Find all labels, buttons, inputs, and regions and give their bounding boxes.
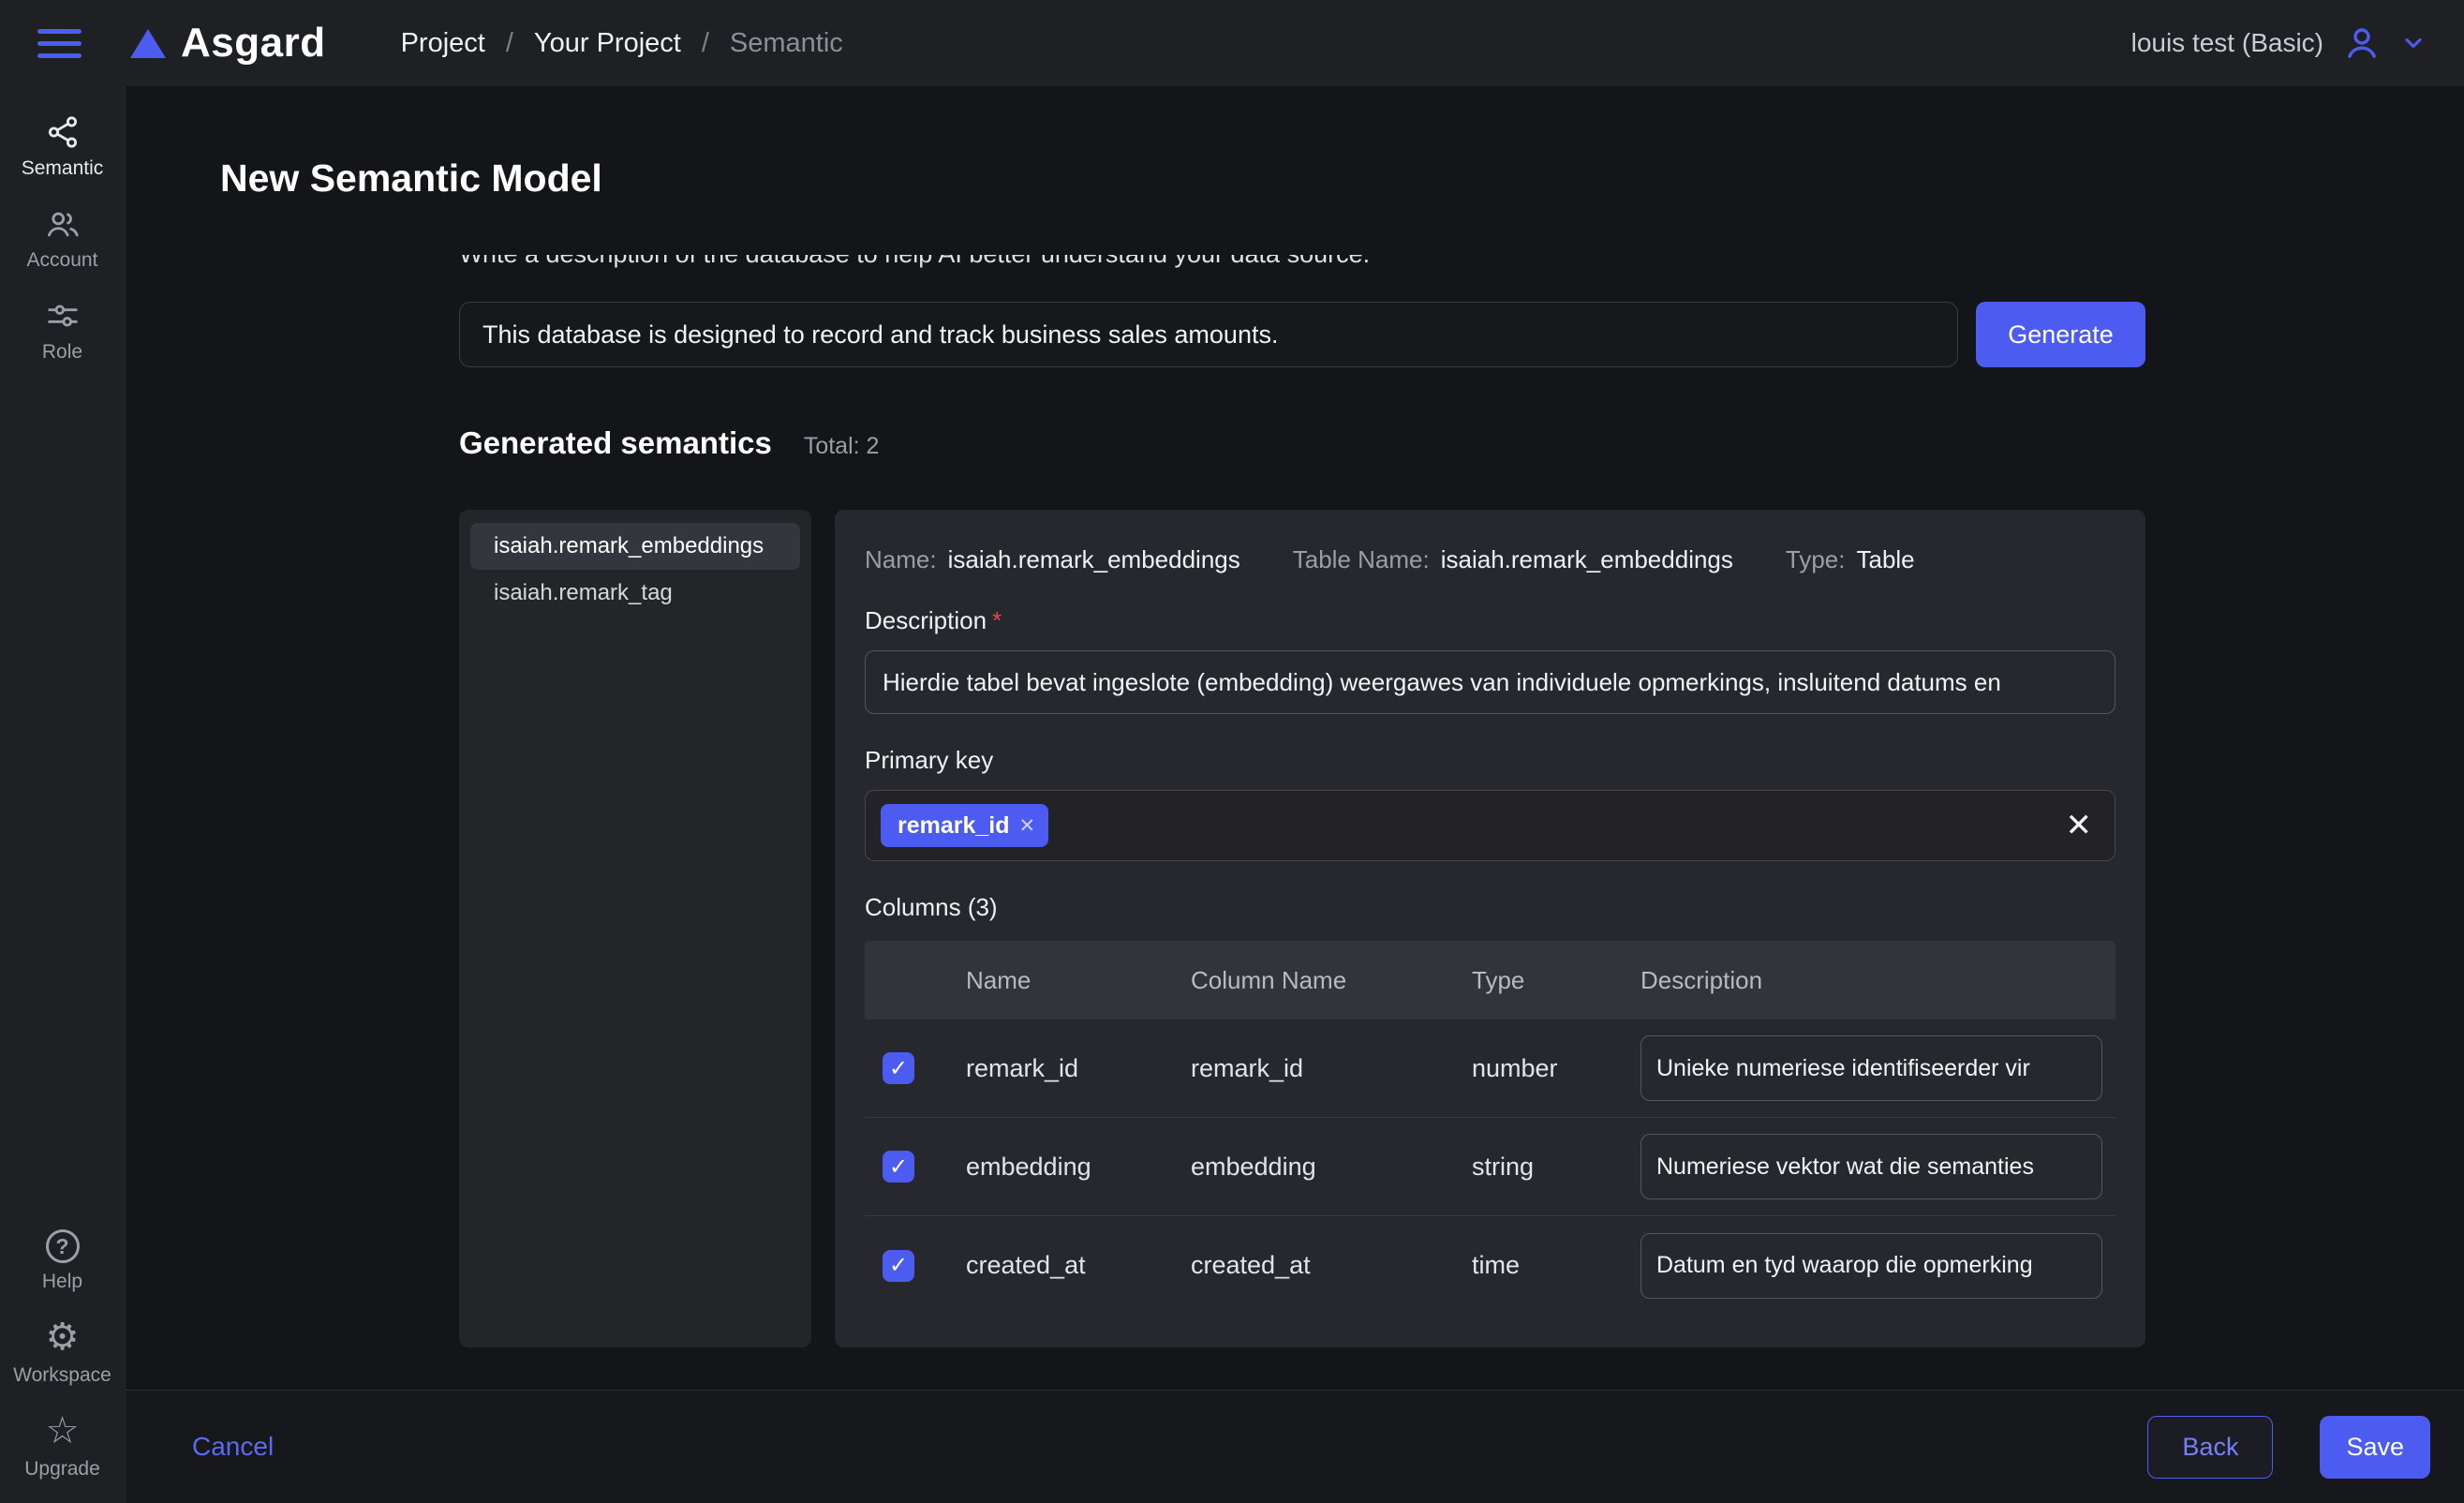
sidebar-bottom-group: ? Help ⚙ Workspace ☆ Upgrade bbox=[0, 1229, 125, 1479]
asgard-logo-icon bbox=[130, 29, 166, 58]
tag-remove-icon[interactable]: ✕ bbox=[1019, 814, 1036, 838]
user-name[interactable]: louis test (Basic) bbox=[2131, 28, 2323, 58]
sidebar-label: Account bbox=[27, 250, 98, 270]
table-name-value: isaiah.remark_embeddings bbox=[1441, 545, 1733, 574]
table-row: ✓ embedding embedding string bbox=[865, 1118, 2115, 1216]
back-button[interactable]: Back bbox=[2147, 1416, 2273, 1479]
table-row: ✓ remark_id remark_id number bbox=[865, 1019, 2115, 1118]
generate-button[interactable]: Generate bbox=[1976, 302, 2145, 367]
breadcrumb-separator: / bbox=[506, 28, 513, 59]
table-meta: Name: isaiah.remark_embeddings Table Nam… bbox=[865, 545, 2115, 574]
cell-name: created_at bbox=[949, 1251, 1174, 1280]
column-description-input[interactable] bbox=[1640, 1233, 2102, 1299]
save-button[interactable]: Save bbox=[2320, 1416, 2430, 1479]
sidebar-item-semantic[interactable]: Semantic bbox=[0, 114, 126, 178]
tag-label: remark_id bbox=[898, 812, 1010, 840]
page-content: New Semantic Model Write a description o… bbox=[126, 86, 2464, 1390]
topbar: Asgard Project / Your Project / Semantic… bbox=[0, 0, 2464, 86]
columns-table: Name Column Name Type Description ✓ rema… bbox=[865, 941, 2115, 1315]
sidebar-label: Help bbox=[42, 1272, 82, 1291]
sidebar-label: Role bbox=[42, 342, 82, 362]
gear-icon: ⚙ bbox=[46, 1319, 80, 1357]
account-icon bbox=[45, 206, 81, 242]
table-row: ✓ created_at created_at time bbox=[865, 1216, 2115, 1315]
name-value: isaiah.remark_embeddings bbox=[948, 545, 1240, 574]
header-name: Name bbox=[949, 966, 1174, 995]
sidebar: Semantic Account Role bbox=[0, 86, 126, 1503]
cell-name: embedding bbox=[949, 1153, 1174, 1182]
breadcrumb-your-project[interactable]: Your Project bbox=[534, 28, 681, 59]
brand-name: Asgard bbox=[181, 20, 326, 67]
cell-name: remark_id bbox=[949, 1054, 1174, 1083]
row-checkbox[interactable]: ✓ bbox=[883, 1151, 914, 1183]
page-title: New Semantic Model bbox=[220, 156, 2464, 201]
breadcrumb-semantic: Semantic bbox=[730, 28, 843, 59]
breadcrumb: Project / Your Project / Semantic bbox=[401, 28, 843, 59]
role-icon bbox=[45, 298, 81, 334]
breadcrumb-separator: / bbox=[702, 28, 709, 59]
cell-column-name: created_at bbox=[1174, 1251, 1455, 1280]
footer-bar: Cancel Back Save bbox=[126, 1390, 2464, 1503]
sidebar-label: Semantic bbox=[22, 158, 104, 178]
chevron-down-icon[interactable] bbox=[2400, 30, 2427, 56]
semantic-form: Write a description of the database to h… bbox=[459, 255, 2145, 1347]
required-marker: * bbox=[992, 606, 1002, 634]
cell-type: string bbox=[1455, 1153, 1624, 1182]
cancel-button[interactable]: Cancel bbox=[192, 1432, 274, 1462]
db-description-input[interactable] bbox=[459, 302, 1958, 367]
row-checkbox[interactable]: ✓ bbox=[883, 1052, 914, 1084]
table-detail-panel: Name: isaiah.remark_embeddings Table Nam… bbox=[835, 510, 2145, 1347]
main-area: New Semantic Model Write a description o… bbox=[126, 86, 2464, 1503]
table-name-label: Table Name: bbox=[1293, 545, 1430, 574]
description-field-label: Description* bbox=[865, 606, 2115, 635]
sidebar-label: Upgrade bbox=[24, 1459, 100, 1479]
sidebar-top-group: Semantic Account Role bbox=[0, 114, 125, 362]
columns-table-header: Name Column Name Type Description bbox=[865, 941, 2115, 1019]
name-label: Name: bbox=[865, 545, 937, 574]
primary-key-tag: remark_id ✕ bbox=[881, 804, 1048, 847]
sidebar-item-account[interactable]: Account bbox=[0, 206, 126, 270]
header-type: Type bbox=[1455, 966, 1624, 995]
sidebar-item-upgrade[interactable]: ☆ Upgrade bbox=[0, 1413, 126, 1479]
sidebar-item-workspace[interactable]: ⚙ Workspace bbox=[0, 1319, 126, 1385]
semantic-icon bbox=[45, 114, 81, 150]
sidebar-label: Workspace bbox=[13, 1365, 111, 1385]
list-item-remark-tag[interactable]: isaiah.remark_tag bbox=[470, 570, 800, 617]
sidebar-item-help[interactable]: ? Help bbox=[0, 1229, 126, 1291]
user-menu: louis test (Basic) bbox=[2131, 23, 2427, 63]
generate-row: Generate bbox=[459, 302, 2145, 367]
brand: Asgard bbox=[130, 20, 326, 67]
user-avatar-icon[interactable] bbox=[2342, 23, 2382, 63]
row-checkbox[interactable]: ✓ bbox=[883, 1250, 914, 1282]
type-value: Table bbox=[1856, 545, 1914, 574]
description-hint-clipped: Write a description of the database to h… bbox=[459, 255, 2145, 272]
primary-key-select[interactable]: remark_id ✕ ✕ bbox=[865, 790, 2115, 861]
total-count: Total: 2 bbox=[804, 433, 880, 460]
help-icon: ? bbox=[46, 1229, 80, 1263]
list-item-remark-embeddings[interactable]: isaiah.remark_embeddings bbox=[470, 523, 800, 570]
tables-list-panel: isaiah.remark_embeddings isaiah.remark_t… bbox=[459, 510, 811, 1347]
type-label: Type: bbox=[1786, 545, 1846, 574]
sidebar-item-role[interactable]: Role bbox=[0, 298, 126, 362]
generated-semantics-header: Generated semantics Total: 2 bbox=[459, 425, 2145, 461]
cell-column-name: remark_id bbox=[1174, 1054, 1455, 1083]
menu-icon[interactable] bbox=[37, 29, 82, 58]
column-description-input[interactable] bbox=[1640, 1035, 2102, 1101]
breadcrumb-project[interactable]: Project bbox=[401, 28, 485, 59]
cell-type: number bbox=[1455, 1054, 1624, 1083]
table-description-input[interactable] bbox=[865, 650, 2115, 714]
primary-key-label: Primary key bbox=[865, 746, 2115, 775]
cell-type: time bbox=[1455, 1251, 1624, 1280]
star-icon: ☆ bbox=[46, 1413, 80, 1451]
clear-selection-icon[interactable]: ✕ bbox=[2066, 810, 2093, 841]
semantics-panels: isaiah.remark_embeddings isaiah.remark_t… bbox=[459, 510, 2145, 1347]
columns-label: Columns (3) bbox=[865, 893, 2115, 922]
header-column-name: Column Name bbox=[1174, 966, 1455, 995]
header-description: Description bbox=[1624, 966, 2115, 995]
section-title: Generated semantics bbox=[459, 425, 772, 461]
cell-column-name: embedding bbox=[1174, 1153, 1455, 1182]
footer-actions: Back Save bbox=[2147, 1416, 2430, 1479]
column-description-input[interactable] bbox=[1640, 1134, 2102, 1199]
